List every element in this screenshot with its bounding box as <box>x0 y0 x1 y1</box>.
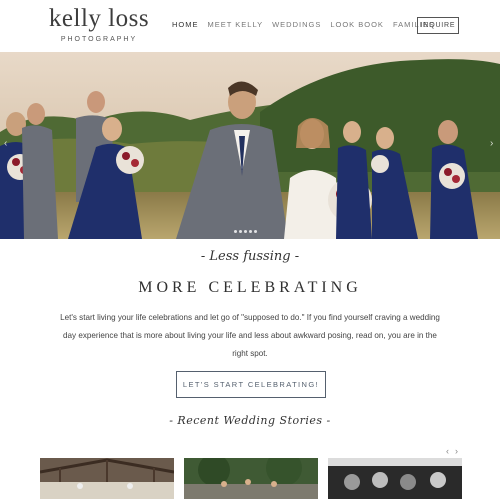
story-thumbnail[interactable] <box>40 458 174 499</box>
nav-item-meet-kelly[interactable]: MEET KELLY <box>208 20 264 29</box>
slide-dot[interactable] <box>234 230 237 233</box>
start-celebrating-button[interactable]: LET'S START CELEBRATING! <box>176 371 326 398</box>
site-logo[interactable]: kelly loss PHOTOGRAPHY <box>40 5 158 44</box>
nav-item-look-book[interactable]: LOOK BOOK <box>330 20 384 29</box>
chevron-left-icon[interactable]: ‹ <box>446 446 449 456</box>
logo-subtitle: PHOTOGRAPHY <box>60 36 138 43</box>
intro-paragraph: Let's start living your life celebration… <box>60 313 440 358</box>
site-header: kelly loss PHOTOGRAPHY HOME MEET KELLY W… <box>0 0 500 52</box>
slide-indicator <box>234 230 257 233</box>
slide-dot[interactable] <box>254 230 257 233</box>
inquire-button[interactable]: INQUIRE <box>417 17 459 34</box>
story-thumbnail[interactable] <box>184 458 318 499</box>
chevron-left-icon[interactable]: ‹ <box>4 138 7 149</box>
stories-carousel-controls: ‹ › <box>446 446 458 456</box>
hero-photo <box>0 52 500 239</box>
story-thumbnail-image <box>184 458 318 499</box>
main-nav: HOME MEET KELLY WEDDINGS LOOK BOOK FAMIL… <box>172 20 435 29</box>
slide-dot[interactable] <box>239 230 242 233</box>
story-thumbnail-image <box>328 458 462 499</box>
stories-carousel <box>40 458 462 499</box>
chevron-right-icon[interactable]: › <box>455 446 458 456</box>
story-thumbnail-image <box>40 458 174 499</box>
slide-dot[interactable] <box>249 230 252 233</box>
script-tagline: - Less fussing - <box>200 249 300 264</box>
slide-dot[interactable] <box>244 230 247 233</box>
hero-slideshow[interactable]: ‹ › <box>0 52 500 239</box>
chevron-right-icon[interactable]: › <box>490 138 493 149</box>
recent-stories-title: - Recent Wedding Stories - <box>169 414 331 427</box>
nav-item-home[interactable]: HOME <box>172 20 199 29</box>
logo-name: kelly loss <box>48 5 150 32</box>
page-heading: MORE CELEBRATING <box>138 279 362 296</box>
story-thumbnail[interactable] <box>328 458 462 499</box>
nav-item-weddings[interactable]: WEDDINGS <box>272 20 321 29</box>
